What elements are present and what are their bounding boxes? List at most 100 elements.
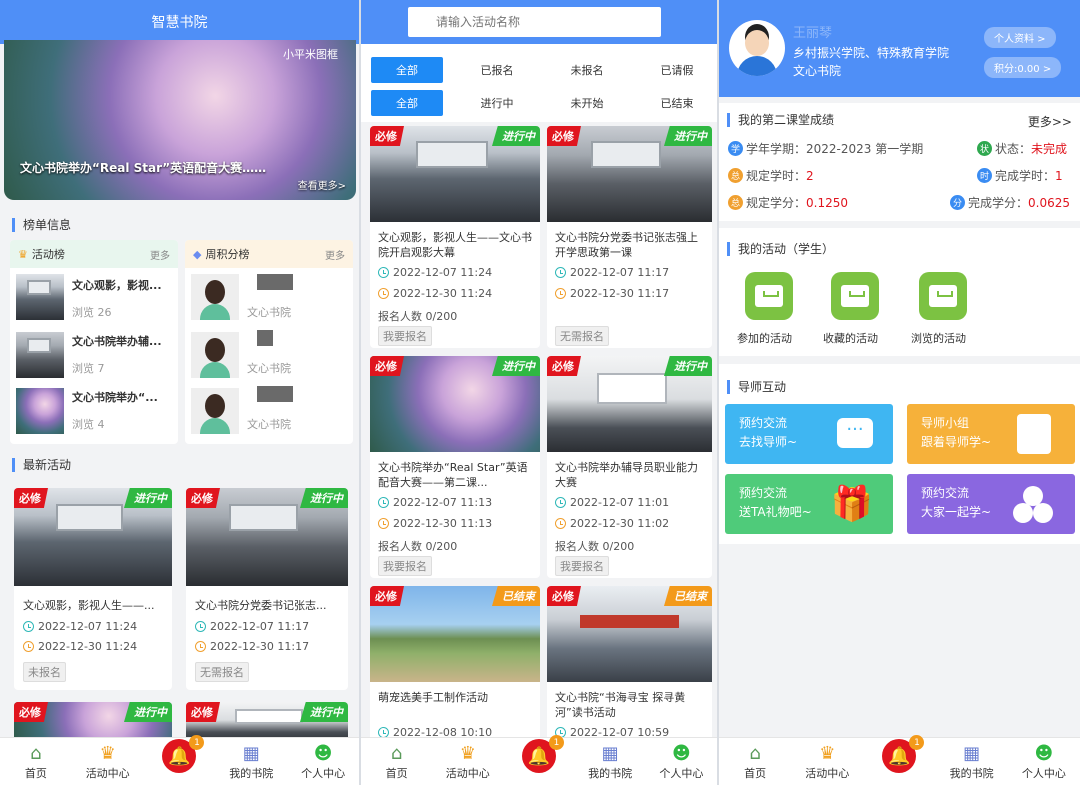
signup-button[interactable]: 我要报名 (378, 326, 432, 346)
done-credit-value: 0.0625 (1028, 195, 1071, 210)
tab-personal-center[interactable]: ☻ 个人中心 (646, 741, 717, 781)
rank-item-title[interactable]: 文心书院举办辅... (72, 334, 162, 349)
activity-card[interactable]: 必修 已结束 萌宠选美手工制作活动 2022-12-08 10:10 (370, 586, 540, 746)
activity-card[interactable]: 必修 进行中 文心观影，影视人生——文心书院开启观影大幕 2022-12-07 … (370, 126, 540, 348)
score-more-link[interactable]: 更多>> (1028, 113, 1072, 130)
filter-unsigned[interactable]: 未报名 (551, 57, 623, 83)
rank-org: 文心书院 (247, 418, 291, 431)
start-time: 2022-12-07 11:13 (393, 496, 493, 509)
rank-item-views: 浏览 7 (72, 362, 105, 375)
status-badge: 已结束 (664, 586, 712, 606)
signup-button[interactable]: 我要报名 (378, 556, 432, 576)
inbox-icon[interactable] (831, 272, 879, 320)
status-badge: 进行中 (300, 702, 348, 722)
required-tag: 必修 (547, 126, 581, 146)
points-button[interactable]: 积分:0.00 > (984, 57, 1062, 78)
blurred-name (257, 386, 293, 402)
activity-card[interactable]: 必修 进行中 文心书院举办“Real Star”英语配音大赛——第二课... 2… (370, 356, 540, 578)
send-gift-tile[interactable]: 预约交流 送TA礼物吧~ 🎁 (725, 474, 893, 534)
end-time: 2022-12-30 11:17 (570, 287, 670, 300)
crown-icon: ♛ (18, 247, 28, 261)
tab-notifications[interactable]: 🔔 1 (503, 735, 574, 781)
tab-home[interactable]: ⌂ 首页 (361, 741, 432, 781)
status-label: 状态： (995, 142, 1032, 156)
activity-card[interactable]: 必修 进行中 文心书院举办辅导员职业能力大赛 2022-12-07 11:01 … (547, 356, 712, 578)
book-icon (1017, 414, 1051, 454)
tab-activity-center[interactable]: ♛ 活动中心 (72, 741, 144, 781)
activity-center-screen: 全部 已报名 未报名 已请假 全部 进行中 未开始 已结束 必修 进行中 文心观… (361, 0, 717, 785)
joined-activities-label[interactable]: 参加的活动 (737, 330, 792, 346)
activity-card[interactable]: 必修 进行中 (14, 702, 172, 742)
required-tag: 必修 (14, 702, 48, 722)
filter-all-status[interactable]: 全部 (371, 90, 443, 116)
search-input[interactable] (408, 7, 661, 37)
activity-rank-more[interactable]: 更多 (150, 247, 170, 262)
filter-ongoing[interactable]: 进行中 (461, 90, 533, 116)
inbox-icon[interactable] (745, 272, 793, 320)
tab-my-academy[interactable]: ▦ 我的书院 (936, 741, 1008, 781)
filter-not-started[interactable]: 未开始 (551, 90, 623, 116)
favorite-activities-label[interactable]: 收藏的活动 (823, 330, 878, 346)
signup-button[interactable]: 我要报名 (555, 556, 609, 576)
rank-section-title: 榜单信息 (12, 218, 71, 232)
inbox-icon[interactable] (919, 272, 967, 320)
building-icon: ▦ (601, 742, 619, 764)
avatar[interactable] (729, 20, 785, 76)
status-badge: 进行中 (124, 702, 172, 722)
tab-personal-center[interactable]: ☻ 个人中心 (1008, 741, 1080, 781)
filter-all-signup[interactable]: 全部 (371, 57, 443, 83)
tab-label: 个人中心 (1021, 767, 1066, 780)
mentor-group-tile[interactable]: 导师小组 跟着导师学~ (907, 404, 1075, 464)
points-rank-more[interactable]: 更多 (325, 247, 345, 262)
activity-card[interactable]: 必修 已结束 文心书院“书海寻宝 探寻黄河”读书活动 2022-12-07 10… (547, 586, 712, 746)
activity-card[interactable]: 必修 进行中 文心书院分党委书记张志... 2022-12-07 11:17 2… (186, 488, 348, 690)
blurred-name (257, 274, 293, 290)
req-credit-value: 0.1250 (806, 195, 849, 210)
rank-item-title[interactable]: 文心书院举办“... (72, 390, 158, 405)
tab-home[interactable]: ⌂ 首页 (0, 741, 72, 781)
rank-item-title[interactable]: 文心观影，影视... (72, 278, 162, 293)
tab-label: 活动中心 (445, 767, 490, 780)
filter-signed[interactable]: 已报名 (461, 57, 533, 83)
tab-activity-center[interactable]: ♛ 活动中心 (432, 741, 503, 781)
activity-card[interactable]: 必修 进行中 文心书院分党委书记张志强上开学思政第一课 2022-12-07 1… (547, 126, 712, 348)
clock-icon (195, 641, 206, 652)
status-badge: 进行中 (664, 356, 712, 376)
start-time: 2022-12-07 11:01 (570, 496, 670, 509)
tab-home[interactable]: ⌂ 首页 (719, 741, 791, 781)
banner-image[interactable]: 小平米图框 文心书院举办“Real Star”英语配音大赛…… 查看更多> (4, 40, 356, 200)
term-label: 学年学期： (746, 142, 807, 156)
activity-card[interactable]: 必修 进行中 文心观影，影视人生——... 2022-12-07 11:24 2… (14, 488, 172, 690)
tab-activity-center[interactable]: ♛ 活动中心 (791, 741, 863, 781)
tab-my-academy[interactable]: ▦ 我的书院 (575, 741, 646, 781)
start-time: 2022-12-07 11:17 (210, 620, 310, 633)
tab-personal-center[interactable]: ☻ 个人中心 (287, 741, 359, 781)
bell-icon: 🔔 1 (882, 735, 925, 773)
book-mentor-tile[interactable]: 预约交流 去找导师~ ··· (725, 404, 893, 464)
req-credit-label: 规定学分： (746, 196, 807, 210)
required-tag: 必修 (186, 488, 220, 508)
done-hours-value: 1 (1055, 168, 1063, 183)
filter-ended[interactable]: 已结束 (641, 90, 713, 116)
signup-status: 无需报名 (195, 662, 249, 682)
start-time: 2022-12-07 11:24 (38, 620, 138, 633)
activity-title: 文心书院举办“Real Star”英语配音大赛——第二课... (378, 461, 528, 489)
study-together-tile[interactable]: 预约交流 大家一起学~ (907, 474, 1075, 534)
user-name: 王丽琴 (793, 26, 833, 41)
home-header: 智慧书院 (0, 0, 359, 44)
filter-leave[interactable]: 已请假 (641, 57, 713, 83)
clock-icon (23, 641, 34, 652)
profile-button[interactable]: 个人资料 > (984, 27, 1056, 48)
tab-notifications[interactable]: 🔔 1 (144, 735, 216, 781)
required-tag: 必修 (14, 488, 48, 508)
bell-icon: 🔔 1 (162, 735, 205, 773)
start-time: 2022-12-07 11:17 (570, 266, 670, 279)
diamond-icon: ◆ (193, 247, 202, 261)
viewed-activities-label[interactable]: 浏览的活动 (911, 330, 966, 346)
tab-my-academy[interactable]: ▦ 我的书院 (215, 741, 287, 781)
banner-more-link[interactable]: 查看更多> (298, 177, 346, 192)
activity-card[interactable]: 必修 进行中 (186, 702, 348, 742)
activity-rank-title: 活动榜 (31, 248, 65, 261)
clock-icon (555, 518, 566, 529)
tab-notifications[interactable]: 🔔 1 (863, 735, 935, 781)
